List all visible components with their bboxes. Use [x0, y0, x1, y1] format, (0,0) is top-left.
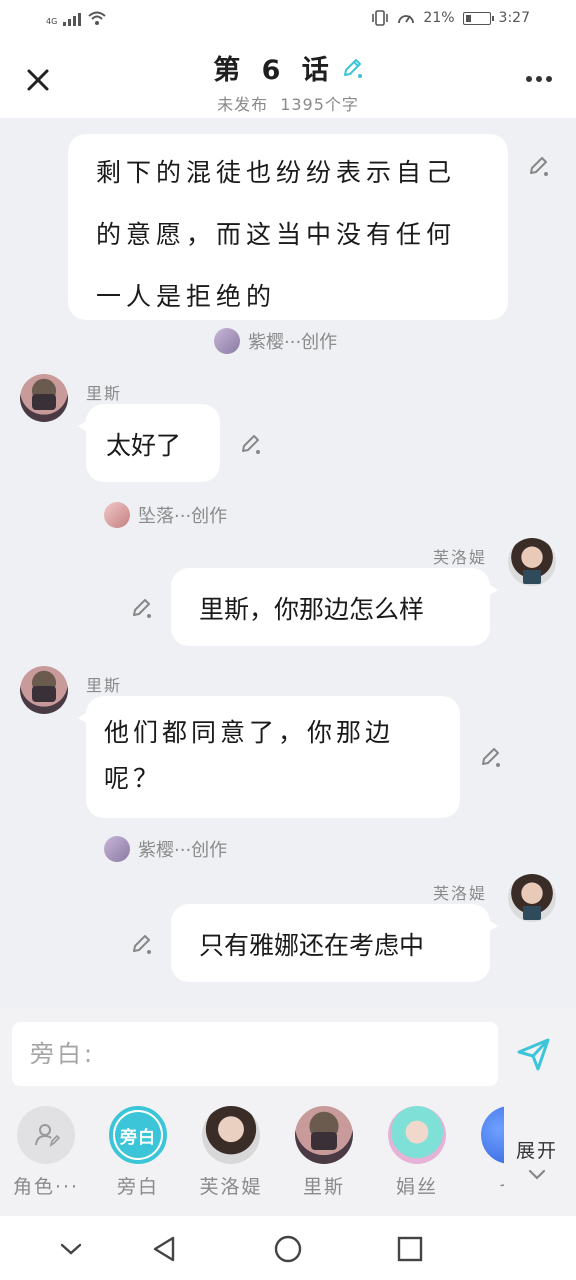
message-bubble-right[interactable]: 只有雅娜还在考虑中 — [171, 904, 498, 982]
expand-button[interactable]: 展开 — [512, 1136, 562, 1185]
role-selector[interactable]: 角色··· 旁白 旁白 芙洛媞 里斯 娟丝 七 — [0, 1102, 504, 1212]
role-label: 里斯 — [302, 1176, 345, 1198]
role-label: 七 — [475, 1172, 504, 1199]
message-text: 太好了 — [106, 431, 182, 460]
wifi-icon — [88, 11, 106, 25]
status-left: 4G — [46, 10, 107, 26]
chapter-title: 第 6 话 — [213, 55, 335, 86]
narration-role-icon: 旁白 — [109, 1106, 167, 1164]
vibrate-icon — [372, 10, 389, 26]
title-area: 第 6 话 未发布 1395个字 — [0, 48, 576, 115]
battery-fill — [465, 14, 471, 22]
back-triangle-icon — [153, 1236, 175, 1262]
role-ris[interactable]: 里斯 — [289, 1106, 359, 1199]
role-jsi[interactable]: 娟丝 — [382, 1106, 452, 1199]
chevron-down-icon — [528, 1169, 546, 1180]
edit-title-icon[interactable] — [341, 57, 363, 79]
edit-message-icon[interactable] — [130, 933, 152, 955]
avatar-partial — [481, 1106, 504, 1164]
narration-badge: 旁白 — [115, 1112, 161, 1158]
word-count: 1395个字 — [280, 95, 359, 114]
role-narration[interactable]: 旁白 旁白 — [103, 1106, 173, 1199]
message-bubble-right[interactable]: 里斯，你那边怎么样 — [171, 568, 498, 646]
avatar-ris[interactable] — [20, 666, 68, 714]
system-nav-bar — [0, 1216, 576, 1280]
more-dot — [526, 76, 532, 82]
send-icon — [517, 1038, 550, 1071]
avatar-fluo — [202, 1106, 260, 1164]
battery-icon — [462, 11, 494, 25]
message-bubble-left[interactable]: 太好了 — [78, 404, 220, 482]
role-add[interactable]: 角色··· — [11, 1106, 81, 1199]
message-input[interactable] — [12, 1022, 498, 1086]
more-options-button[interactable] — [522, 64, 556, 94]
role-label: 娟丝 — [395, 1176, 438, 1198]
credit-text: 紫樱···创作 — [248, 332, 338, 353]
avatar-ris — [295, 1106, 353, 1164]
avatar-fluo[interactable] — [508, 874, 556, 922]
message-text: 只有雅娜还在考虑中 — [199, 931, 425, 960]
role-label: 角色··· — [12, 1176, 80, 1198]
chevron-down-icon — [60, 1243, 82, 1255]
more-dot — [536, 76, 542, 82]
message-credit: 紫樱···创作 — [214, 328, 337, 354]
chat-area[interactable]: 剩下的混徒也纷纷表示自己的意愿，而这当中没有任何一人是拒绝的 紫樱···创作 里… — [0, 118, 576, 1008]
message-text: 他们都同意了，你那边呢？ — [104, 718, 395, 793]
chapter-title-row[interactable]: 第 6 话 — [213, 48, 363, 87]
avatar-fluo[interactable] — [508, 538, 556, 586]
expand-label: 展开 — [515, 1140, 558, 1162]
more-dot — [546, 76, 552, 82]
home-circle-icon — [274, 1235, 302, 1263]
network-type: 4G — [46, 17, 58, 26]
credit-text: 紫樱···创作 — [138, 840, 228, 861]
speaker-name: 里斯 — [86, 676, 123, 695]
send-button[interactable] — [512, 1032, 556, 1076]
message-credit: 坠落···创作 — [104, 502, 227, 528]
recents-square-icon — [397, 1236, 423, 1262]
creator-avatar — [214, 328, 240, 354]
edit-message-icon[interactable] — [130, 597, 152, 619]
add-role-icon — [17, 1106, 75, 1164]
edit-message-icon[interactable] — [239, 433, 261, 455]
role-label: 芙洛媞 — [199, 1176, 263, 1198]
chapter-meta: 未发布 1395个字 — [0, 91, 576, 115]
role-fluo[interactable]: 芙洛媞 — [196, 1106, 266, 1199]
nav-recents-button[interactable] — [393, 1232, 427, 1266]
nav-back-button[interactable] — [148, 1232, 182, 1266]
avatar-jsi — [388, 1106, 446, 1164]
speaker-name: 芙洛媞 — [433, 548, 488, 567]
credit-text: 坠落···创作 — [138, 506, 228, 527]
message-text: 里斯，你那边怎么样 — [199, 595, 425, 624]
narration-bubble[interactable]: 剩下的混徒也纷纷表示自己的意愿，而这当中没有任何一人是拒绝的 — [68, 134, 508, 320]
clock: 3:27 — [498, 10, 530, 26]
creator-avatar — [104, 502, 130, 528]
battery-percent: 21% — [423, 10, 455, 26]
nav-home-button[interactable] — [271, 1232, 305, 1266]
role-label: 旁白 — [116, 1176, 159, 1198]
message-input-box[interactable] — [12, 1022, 498, 1086]
edit-message-icon[interactable] — [479, 746, 501, 768]
status-bar: 4G 21% 3:27 — [0, 0, 576, 40]
signal-icon — [63, 12, 82, 26]
narration-text: 剩下的混徒也纷纷表示自己的意愿，而这当中没有任何一人是拒绝的 — [96, 158, 457, 311]
creator-avatar — [104, 836, 130, 862]
role-partial[interactable]: 七 — [475, 1106, 504, 1199]
edit-message-icon[interactable] — [527, 155, 549, 177]
speaker-name: 芙洛媞 — [433, 884, 488, 903]
message-credit: 紫樱···创作 — [104, 836, 227, 862]
header: 第 6 话 未发布 1395个字 — [0, 40, 576, 118]
avatar-ris[interactable] — [20, 374, 68, 422]
input-panel: 角色··· 旁白 旁白 芙洛媞 里斯 娟丝 七 展开 — [0, 1008, 576, 1216]
nav-collapse-button[interactable] — [54, 1232, 88, 1266]
publish-status: 未发布 — [217, 95, 269, 114]
speaker-name: 里斯 — [86, 384, 123, 403]
message-bubble-left[interactable]: 他们都同意了，你那边呢？ — [78, 696, 460, 818]
status-right: 21% 3:27 — [371, 10, 530, 26]
speed-icon — [398, 15, 415, 24]
